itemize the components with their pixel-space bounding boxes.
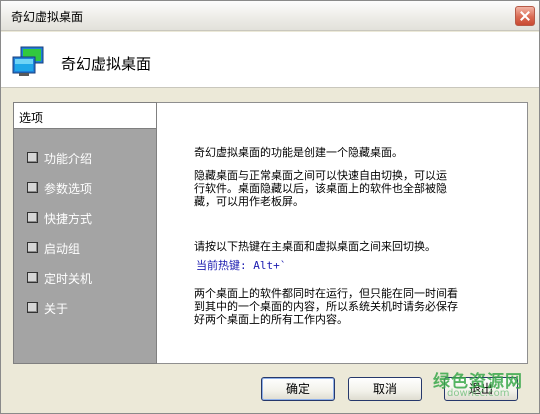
sidebar-item-startup[interactable]: 启动组 <box>27 239 152 257</box>
hotkey-hint: 请按以下热键在主桌面和虚拟桌面之间来回切换。 <box>194 240 436 253</box>
current-hotkey: 当前热键: Alt+` <box>196 259 287 272</box>
description-line-1: 隐藏桌面与正常桌面之间可以快速自由切换，可以运 <box>194 169 447 182</box>
content-panel: 奇幻虚拟桌面的功能是创建一个隐藏桌面。 隐藏桌面与正常桌面之间可以快速自由切换，… <box>157 102 528 364</box>
square-bullet-icon <box>27 302 38 313</box>
ok-button[interactable]: 确定 <box>261 377 335 401</box>
sidebar-item-label: 启动组 <box>44 242 81 256</box>
sidebar-item-shortcuts[interactable]: 快捷方式 <box>27 209 152 227</box>
sidebar-heading-label: 选项 <box>19 111 44 125</box>
note-line-2: 到其中的一个桌面的内容，所以系统关机时请务必保存 <box>194 300 458 313</box>
sidebar-heading: 选项 <box>14 103 156 129</box>
header-title: 奇幻虚拟桌面 <box>61 55 152 73</box>
sidebar-item-parameters[interactable]: 参数选项 <box>27 179 152 197</box>
intro-text: 奇幻虚拟桌面的功能是创建一个隐藏桌面。 <box>194 146 403 159</box>
square-bullet-icon <box>27 212 38 223</box>
watermark: 绿色资源网 downcc.com <box>433 367 523 401</box>
sidebar-item-label: 功能介绍 <box>44 152 93 166</box>
sidebar-item-label: 定时关机 <box>44 272 93 286</box>
description-line-3: 藏，可以用作老板屏。 <box>194 195 304 208</box>
header-banner: 奇幻虚拟桌面 <box>1 32 539 88</box>
square-bullet-icon <box>27 182 38 193</box>
cancel-button[interactable]: 取消 <box>348 377 422 401</box>
sidebar-item-label: 参数选项 <box>44 182 93 196</box>
two-monitors-icon <box>12 46 44 76</box>
note-line-3: 好两个桌面上的所有工作内容。 <box>194 313 348 326</box>
watermark-url: downcc.com <box>447 388 510 399</box>
window-title: 奇幻虚拟桌面 <box>11 10 84 24</box>
close-button[interactable] <box>515 6 535 26</box>
sidebar-item-about[interactable]: 关于 <box>27 299 152 317</box>
dialog-window: 奇幻虚拟桌面 奇幻虚拟桌面 选项 功能介绍 参数选项 快捷方式 启动组 定时关机… <box>0 0 540 414</box>
square-bullet-icon <box>27 152 38 163</box>
sidebar-item-features[interactable]: 功能介绍 <box>27 149 152 167</box>
description-line-2: 行软件。桌面隐藏以后，该桌面上的软件也全部被隐 <box>194 182 447 195</box>
options-sidebar: 选项 功能介绍 参数选项 快捷方式 启动组 定时关机 关于 <box>13 102 157 364</box>
sidebar-item-scheduled-shutdown[interactable]: 定时关机 <box>27 269 152 287</box>
sidebar-item-label: 快捷方式 <box>44 212 93 226</box>
square-bullet-icon <box>27 272 38 283</box>
note-line-1: 两个桌面上的软件都同时在运行，但只能在同一时间看 <box>194 287 458 300</box>
square-bullet-icon <box>27 242 38 253</box>
sidebar-item-label: 关于 <box>44 302 69 316</box>
title-bar[interactable]: 奇幻虚拟桌面 <box>1 1 539 31</box>
